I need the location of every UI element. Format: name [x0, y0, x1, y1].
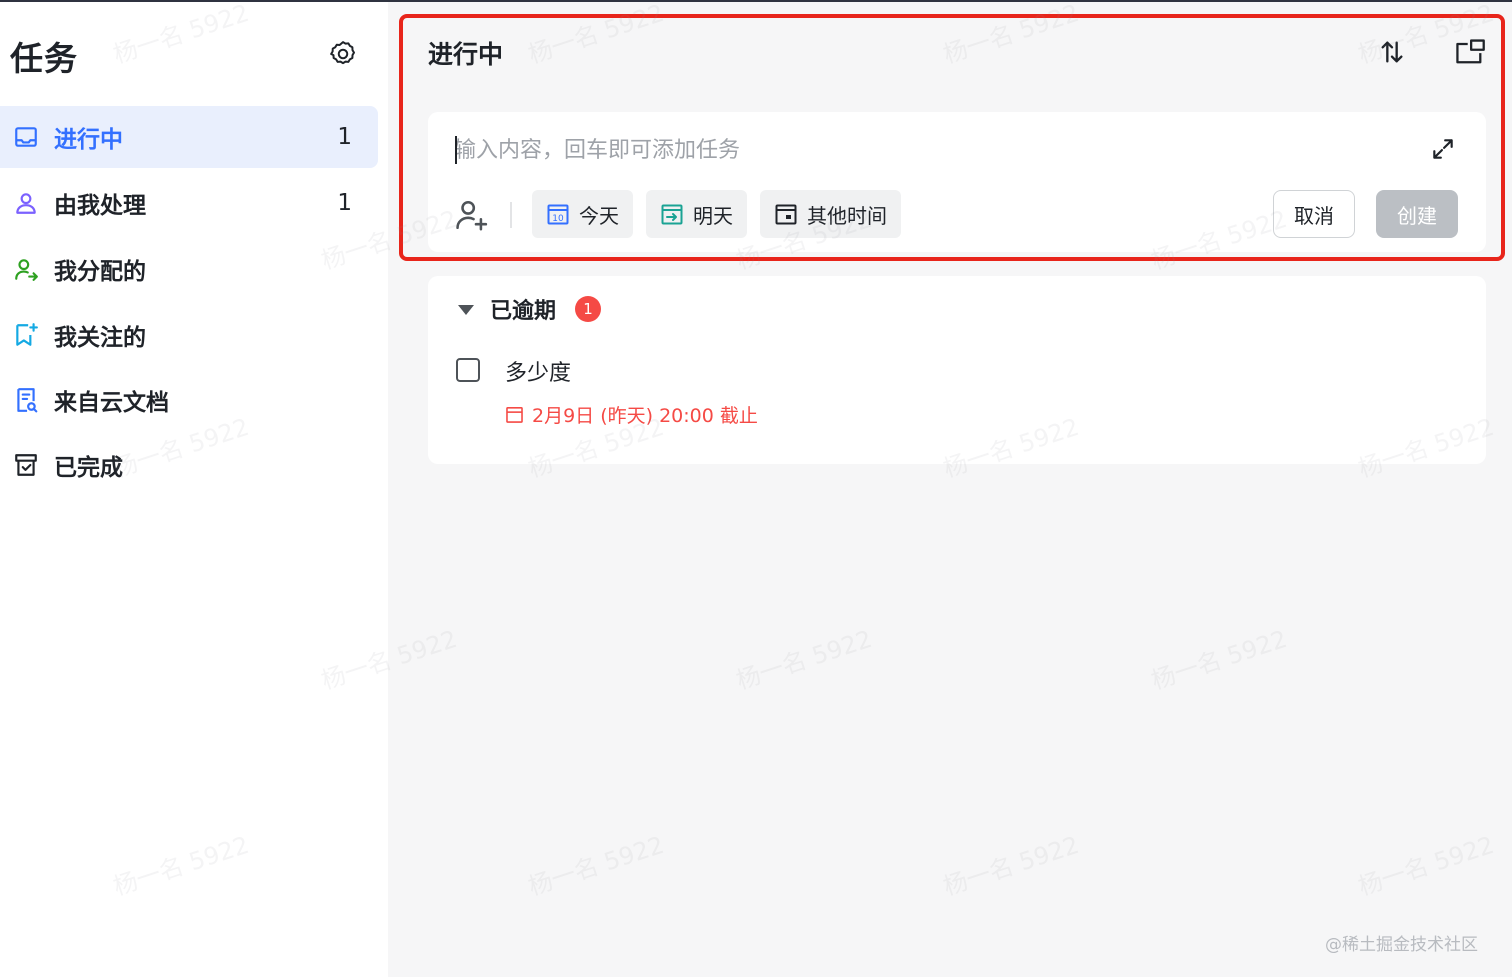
task-title[interactable]: 多少度 [505, 355, 571, 387]
chip-label: 明天 [693, 203, 733, 228]
sidebar-item-label: 我关注的 [54, 325, 146, 351]
create-button[interactable]: 创建 [1376, 190, 1458, 238]
cancel-button[interactable]: 取消 [1273, 190, 1355, 238]
main-panel: 进行中 输入内容，回车即可添加任务 10 今天 明天 其他时间 取消 创建 已逾… [388, 2, 1512, 977]
due-other-time-chip[interactable]: 其他时间 [760, 190, 901, 238]
task-checkbox[interactable] [456, 358, 480, 382]
overdue-count-badge: 1 [575, 296, 601, 322]
task-input[interactable] [454, 132, 1354, 168]
sidebar-item-in-progress[interactable]: 进行中 1 [0, 106, 378, 168]
chip-label: 今天 [579, 203, 619, 228]
expand-icon[interactable] [1430, 136, 1456, 162]
sidebar-item-following[interactable]: 我关注的 [0, 304, 378, 366]
task-composer: 10 今天 明天 其他时间 [428, 112, 1486, 252]
doc-icon [12, 386, 40, 414]
task-due-date: 2月9日 (昨天) 20:00 截止 [505, 401, 758, 428]
task-due-text: 2月9日 (昨天) 20:00 截止 [532, 405, 758, 427]
settings-gear-icon[interactable] [328, 39, 358, 69]
sidebar: 任务 进行中 1 由我处理 1 我分配的 我关注的 来自云文档 已完成 [0, 2, 388, 977]
svg-text:10: 10 [552, 214, 564, 224]
sidebar-item-label: 由我处理 [54, 193, 146, 219]
sidebar-item-count: 1 [337, 190, 352, 216]
chip-label: 其他时间 [807, 203, 887, 228]
calendar-tomorrow-icon [660, 202, 684, 226]
sidebar-item-from-cloud-docs[interactable]: 来自云文档 [0, 369, 378, 431]
sidebar-item-label: 我分配的 [54, 259, 146, 285]
add-assignee-icon[interactable] [454, 198, 488, 232]
inbox-icon [12, 123, 40, 151]
bookmark-star-icon [12, 321, 40, 349]
person-assign-icon [12, 255, 40, 283]
archive-icon [12, 451, 40, 479]
collapse-caret-icon[interactable] [456, 302, 476, 318]
sidebar-item-label: 来自云文档 [54, 390, 169, 416]
calendar-other-icon [774, 202, 798, 226]
sidebar-item-count: 1 [337, 124, 352, 150]
toolbar-divider [510, 202, 512, 228]
overdue-section: 已逾期 1 多少度 2月9日 (昨天) 20:00 截止 [428, 276, 1486, 464]
person-icon [12, 189, 40, 217]
calendar-icon [506, 406, 523, 423]
due-tomorrow-chip[interactable]: 明天 [646, 190, 747, 238]
calendar-today-icon: 10 [546, 202, 570, 226]
sidebar-item-assigned-by-me[interactable]: 我分配的 [0, 238, 378, 300]
sidebar-title: 任务 [10, 39, 78, 78]
section-title: 已逾期 [490, 299, 557, 324]
text-caret [455, 136, 457, 164]
sidebar-item-label: 已完成 [54, 455, 123, 481]
source-credit: @稀土掘金技术社区 [1325, 935, 1478, 955]
due-today-chip[interactable]: 10 今天 [532, 190, 633, 238]
sidebar-item-completed[interactable]: 已完成 [0, 434, 378, 496]
sidebar-item-assigned-to-me[interactable]: 由我处理 1 [0, 172, 378, 234]
sidebar-item-label: 进行中 [54, 127, 123, 153]
